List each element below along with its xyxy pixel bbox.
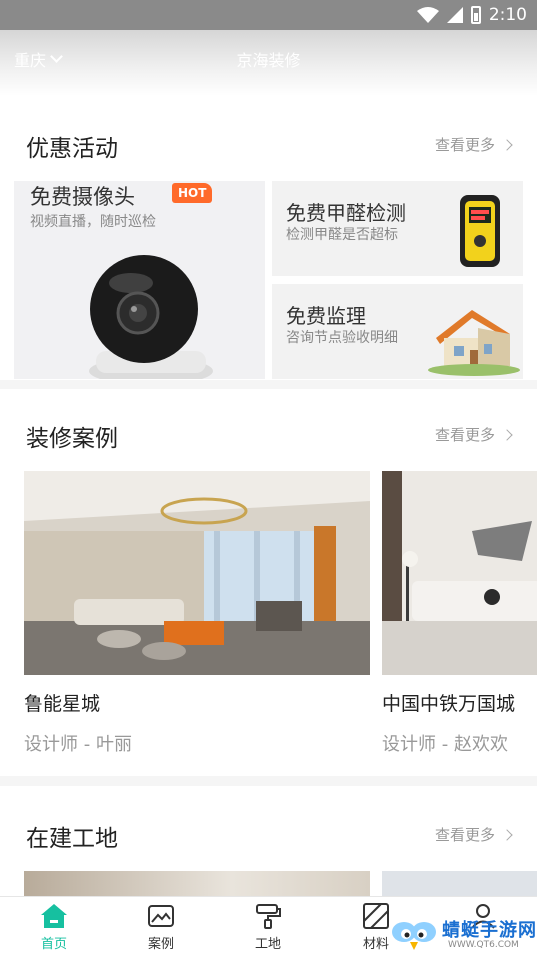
watermark-url: WWW.QT6.COM (448, 940, 519, 950)
more-label: 查看更多 (434, 826, 495, 844)
tab-label: 首页 (40, 937, 67, 952)
promo-title: 免费摄像头 (30, 185, 135, 209)
case-name: 中国中铁万国城 (382, 693, 516, 715)
cases-header: 装修案例 查看更多 (0, 409, 537, 459)
promo-free-supervision[interactable]: 免费监理 咨询节点验收明细 (272, 284, 523, 379)
tab-label: 材料 (362, 937, 389, 952)
cases-title: 装修案例 (26, 426, 118, 452)
battery-icon (470, 6, 481, 24)
camera-image (89, 255, 213, 379)
case-card[interactable]: 中国中铁万国城 设计师 - 赵欢欢 (382, 471, 537, 756)
status-bar: 2:10 (0, 0, 537, 30)
more-label: 查看更多 (434, 426, 495, 444)
top-header: 重庆 京海装修 (0, 30, 537, 96)
app-title: 京海装修 (236, 51, 301, 70)
case-photo (24, 471, 370, 675)
watermark: 蜻蜓手游网 WWW.QT6.COM (390, 912, 537, 956)
house-image (428, 310, 520, 376)
promo-title: 免费甲醛检测 (286, 201, 406, 225)
promotions-more-link[interactable]: 查看更多 (434, 134, 513, 155)
site-photo[interactable] (24, 871, 370, 896)
tab-home[interactable]: 首页 (24, 903, 84, 952)
chevron-right-icon (501, 138, 513, 151)
sites-more-link[interactable]: 查看更多 (434, 824, 513, 845)
chevron-right-icon (501, 428, 513, 441)
promotions-title: 优惠活动 (26, 136, 118, 162)
section-divider (0, 380, 537, 389)
tab-cases[interactable]: 案例 (131, 903, 191, 952)
promo-formaldehyde-test[interactable]: 免费甲醛检测 检测甲醛是否超标 (272, 181, 523, 276)
tab-sites[interactable]: 工地 (238, 903, 298, 952)
promo-title: 免费监理 (286, 304, 366, 328)
promotions-header: 优惠活动 查看更多 (0, 119, 537, 169)
watermark-text: 蜻蜓手游网 (442, 920, 537, 941)
material-icon (363, 903, 389, 929)
promo-subtitle: 视频直播，随时巡检 (30, 214, 156, 230)
dragonfly-logo-icon (392, 922, 436, 950)
sites-header: 在建工地 查看更多 (0, 809, 537, 859)
case-card[interactable]: 鲁能星城 设计师 - 叶丽 (24, 471, 370, 756)
home-icon (41, 904, 67, 928)
tab-label: 工地 (254, 937, 281, 952)
status-time: 2:10 (488, 5, 527, 25)
sites-title: 在建工地 (26, 826, 118, 852)
signal-icon (446, 7, 463, 23)
cases-more-link[interactable]: 查看更多 (434, 424, 513, 445)
chevron-right-icon (501, 828, 513, 841)
tab-label: 案例 (147, 937, 174, 952)
promo-subtitle: 检测甲醛是否超标 (286, 227, 398, 243)
promo-subtitle: 咨询节点验收明细 (286, 330, 398, 346)
more-label: 查看更多 (434, 136, 495, 154)
section-divider (0, 776, 537, 786)
gallery-icon (148, 905, 174, 927)
paint-roller-icon (256, 904, 281, 929)
formaldehyde-detector-image (460, 195, 500, 267)
site-photo[interactable] (382, 871, 537, 896)
wifi-icon (416, 7, 439, 23)
hot-badge: HOT (172, 183, 213, 203)
case-designer: 设计师 - 赵欢欢 (382, 734, 508, 755)
promo-free-camera[interactable]: 免费摄像头 HOT 视频直播，随时巡检 (14, 181, 265, 379)
case-photo (382, 471, 537, 675)
case-designer: 设计师 - 叶丽 (24, 734, 132, 755)
case-name: 鲁能星城 (24, 693, 101, 715)
